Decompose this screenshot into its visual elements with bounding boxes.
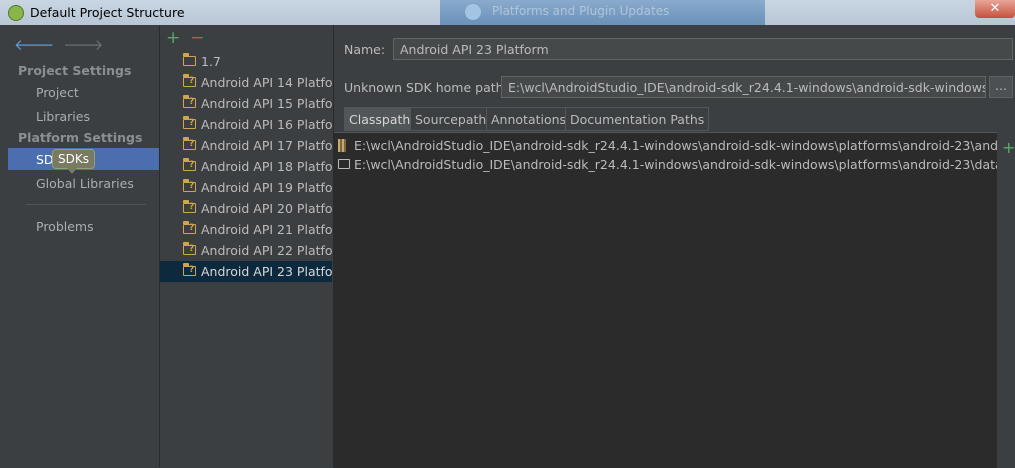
sidebar: 🡐 🡒 Project Settings Project Libraries Pl… <box>0 25 160 467</box>
nav-buttons: 🡐 🡒 <box>14 35 112 54</box>
sdk-list-panel: +− 1.7? Android API 14 Platform? Android A… <box>160 25 332 467</box>
sdk-list-item[interactable]: 1.7 <box>160 51 332 72</box>
title-bar: Default Project Structure Platforms and … <box>0 0 1015 25</box>
sdk-list-item[interactable]: ? Android API 21 Platform <box>160 219 332 240</box>
sidebar-item-libraries[interactable]: Libraries <box>36 109 90 124</box>
sdk-folder-icon: ? <box>182 137 196 150</box>
sdk-label: Android API 17 Platform <box>201 138 332 153</box>
tab-sourcepath[interactable]: Sourcepath <box>410 107 492 131</box>
sdk-folder-icon: ? <box>182 221 196 234</box>
path-text: E:\wcl\AndroidStudio_IDE\android-sdk_r24… <box>354 138 997 153</box>
sdk-folder-icon: ? <box>182 158 196 171</box>
tab-documentation-paths[interactable]: Documentation Paths <box>565 107 710 131</box>
sdk-detail-panel: Name: Android API 23 Platform Unknown SD… <box>333 25 1015 468</box>
add-sdk-button[interactable]: + <box>166 28 180 48</box>
sdk-list-item[interactable]: ? Android API 17 Platform <box>160 135 332 156</box>
add-path-button[interactable]: + <box>1002 138 1015 157</box>
sdk-label: Android API 19 Platform <box>201 180 332 195</box>
list-item[interactable]: E:\wcl\AndroidStudio_IDE\android-sdk_r24… <box>334 136 997 155</box>
sdk-toolbar: + − <box>166 28 205 48</box>
home-path-label: Unknown SDK home path: <box>344 80 508 95</box>
background-window: Platforms and Plugin Updates <box>440 0 765 25</box>
sdk-label: Android API 18 Platform <box>201 159 332 174</box>
sdk-list-item[interactable]: ? Android API 16 Platform <box>160 114 332 135</box>
jar-icon <box>338 139 346 152</box>
name-label: Name: <box>344 42 386 57</box>
platform-settings-header: Platform Settings <box>18 130 143 145</box>
sdk-list-item[interactable]: ? Android API 23 Platform <box>160 261 332 282</box>
close-button[interactable]: ✕ <box>975 0 1015 18</box>
forward-arrow-icon[interactable]: 🡒 <box>63 35 103 54</box>
sdk-label: Android API 15 Platform <box>201 96 332 111</box>
sdk-folder-icon: ? <box>182 263 196 276</box>
sdk-label: Android API 14 Platform <box>201 75 332 90</box>
home-path-field[interactable]: E:\wcl\AndroidStudio_IDE\android-sdk_r24… <box>501 76 986 98</box>
window-title: Default Project Structure <box>30 5 185 20</box>
android-studio-icon <box>8 5 24 21</box>
sdk-label: Android API 22 Platform <box>201 243 332 258</box>
tab-annotations[interactable]: Annotations <box>486 107 572 131</box>
sdk-list-item[interactable]: ? Android API 22 Platform <box>160 240 332 261</box>
project-settings-header: Project Settings <box>18 63 132 78</box>
sdks-tooltip: SDKs <box>52 149 95 174</box>
browse-button[interactable]: ... <box>989 76 1013 98</box>
sdk-folder-icon <box>182 53 196 66</box>
sidebar-item-global-libraries[interactable]: Global Libraries <box>36 176 134 191</box>
sdk-label: 1.7 <box>201 54 221 69</box>
sdk-label: Android API 16 Platform <box>201 117 332 132</box>
sdk-list-item[interactable]: ? Android API 15 Platform <box>160 93 332 114</box>
sdk-folder-icon: ? <box>182 116 196 129</box>
tab-classpath[interactable]: Classpath <box>344 107 416 131</box>
path-text: E:\wcl\AndroidStudio_IDE\android-sdk_r24… <box>354 157 997 172</box>
background-window-title: Platforms and Plugin Updates <box>492 4 670 18</box>
sdk-folder-icon: ? <box>182 74 196 87</box>
back-arrow-icon[interactable]: 🡐 <box>14 35 54 54</box>
sdk-list-item[interactable]: ? Android API 20 Platform <box>160 198 332 219</box>
sdk-folder-icon: ? <box>182 200 196 213</box>
list-item[interactable]: E:\wcl\AndroidStudio_IDE\android-sdk_r24… <box>334 155 997 174</box>
sidebar-item-project[interactable]: Project <box>36 85 79 100</box>
sdk-label: Android API 23 Platform <box>201 264 332 279</box>
classpath-list: E:\wcl\AndroidStudio_IDE\android-sdk_r24… <box>334 132 997 468</box>
remove-sdk-button[interactable]: − <box>190 28 204 48</box>
sdk-list-item[interactable]: ? Android API 14 Platform <box>160 72 332 93</box>
folder-icon <box>338 159 350 169</box>
sdk-label: Android API 20 Platform <box>201 201 332 216</box>
sidebar-item-problems[interactable]: Problems <box>36 219 94 234</box>
name-field[interactable]: Android API 23 Platform <box>393 38 1013 60</box>
sdk-folder-icon: ? <box>182 95 196 108</box>
background-window-icon <box>465 4 481 20</box>
sidebar-divider <box>26 204 146 205</box>
sdk-folder-icon: ? <box>182 242 196 255</box>
classpath-toolbar: + <box>997 132 1015 467</box>
sdk-label: Android API 21 Platform <box>201 222 332 237</box>
sdk-list-item[interactable]: ? Android API 19 Platform <box>160 177 332 198</box>
sdk-folder-icon: ? <box>182 179 196 192</box>
sdk-list-item[interactable]: ? Android API 18 Platform <box>160 156 332 177</box>
